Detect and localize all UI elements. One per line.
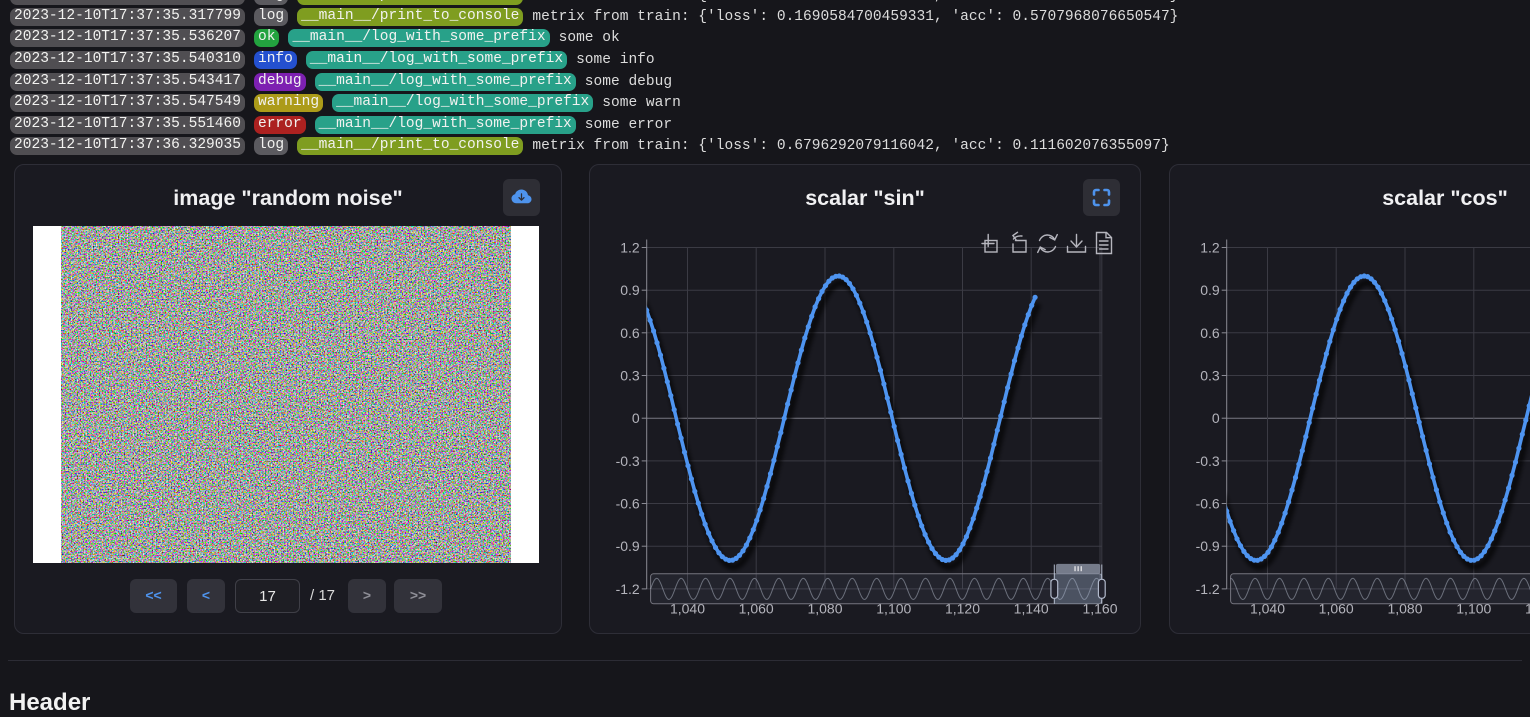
svg-text:0.3: 0.3 [620,367,640,383]
svg-text:0.6: 0.6 [620,324,640,340]
svg-text:1.2: 1.2 [1200,239,1220,255]
svg-text:-0.6: -0.6 [616,495,640,511]
svg-text:-1.2: -1.2 [1196,580,1220,596]
svg-text:-0.9: -0.9 [1196,538,1220,554]
svg-text:0: 0 [1212,410,1220,426]
svg-text:0.9: 0.9 [1200,282,1220,298]
svg-text:0.9: 0.9 [620,282,640,298]
svg-text:1.2: 1.2 [620,239,640,255]
svg-text:0.3: 0.3 [1200,367,1220,383]
svg-text:-0.3: -0.3 [616,452,640,468]
svg-text:-1.2: -1.2 [616,580,640,596]
svg-text:-0.3: -0.3 [1196,452,1220,468]
svg-text:0: 0 [632,410,640,426]
svg-text:0.6: 0.6 [1200,324,1220,340]
svg-text:-0.9: -0.9 [616,538,640,554]
svg-text:-0.6: -0.6 [1196,495,1220,511]
